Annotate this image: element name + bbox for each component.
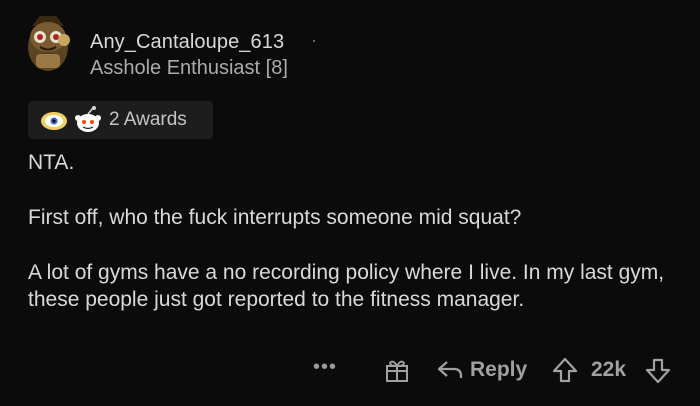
snoo-avatar-icon [28, 16, 70, 71]
vote-score: 22k [591, 358, 627, 381]
comment-paragraph: First off, who the fuck interrupts someo… [28, 206, 522, 229]
comment-paragraph: NTA. [28, 151, 75, 174]
username-link[interactable]: Any_Cantaloupe_613 [90, 31, 284, 54]
avatar[interactable] [22, 12, 74, 74]
upvote-arrow-icon[interactable] [551, 356, 579, 384]
user-flair: Asshole Enthusiast [8] [90, 57, 288, 79]
awards-badge[interactable]: 2 Awards [28, 101, 213, 139]
more-options-button[interactable]: ••• [313, 356, 337, 379]
comment-paragraph: A lot of gyms have a no recording policy… [28, 261, 665, 311]
downvote-arrow-icon[interactable] [644, 357, 672, 385]
reply-icon[interactable] [436, 358, 464, 382]
wholesome-award-icon [75, 106, 101, 132]
gift-icon[interactable] [384, 357, 410, 383]
comment: Any_Cantaloupe_613 · Asshole Enthusiast … [0, 0, 700, 406]
awards-count: 2 Awards [109, 109, 187, 130]
separator-dot: · [311, 30, 317, 50]
reply-button[interactable]: Reply [470, 358, 527, 382]
helpful-award-icon [41, 112, 67, 130]
comment-action-bar: ••• Reply 22k [0, 352, 700, 392]
